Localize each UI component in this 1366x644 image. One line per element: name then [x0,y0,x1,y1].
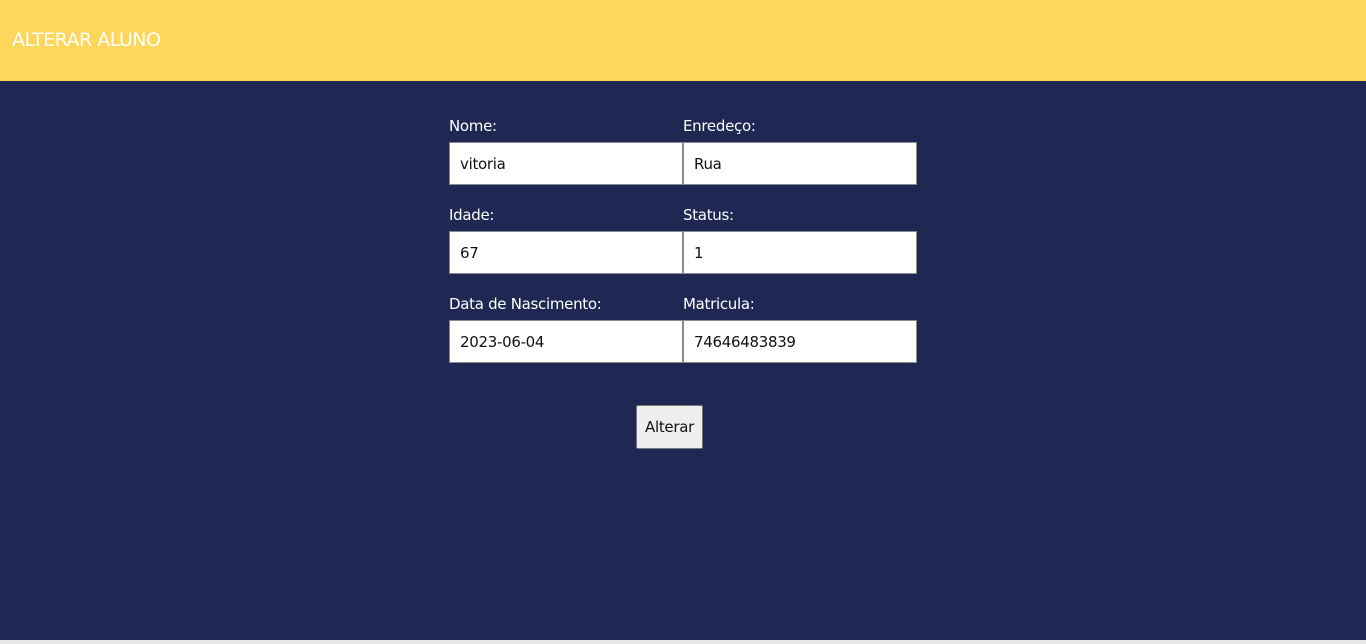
page-title: ALTERAR ALUNO [12,29,161,51]
endereco-input[interactable] [683,142,917,185]
nome-input[interactable] [449,142,683,185]
page-header: ALTERAR ALUNO [0,0,1366,81]
status-input[interactable] [683,231,917,274]
status-label: Status: [683,206,734,224]
matricula-label: Matricula: [683,295,755,313]
matricula-input[interactable] [683,320,917,363]
idade-input[interactable] [449,231,683,274]
data-nascimento-label: Data de Nascimento: [449,295,602,313]
data-nascimento-input[interactable] [449,320,683,363]
alterar-button[interactable]: Alterar [636,405,703,449]
idade-label: Idade: [449,206,495,224]
bottom-divider [0,640,1366,644]
nome-label: Nome: [449,117,497,135]
endereco-label: Enredeço: [683,117,756,135]
